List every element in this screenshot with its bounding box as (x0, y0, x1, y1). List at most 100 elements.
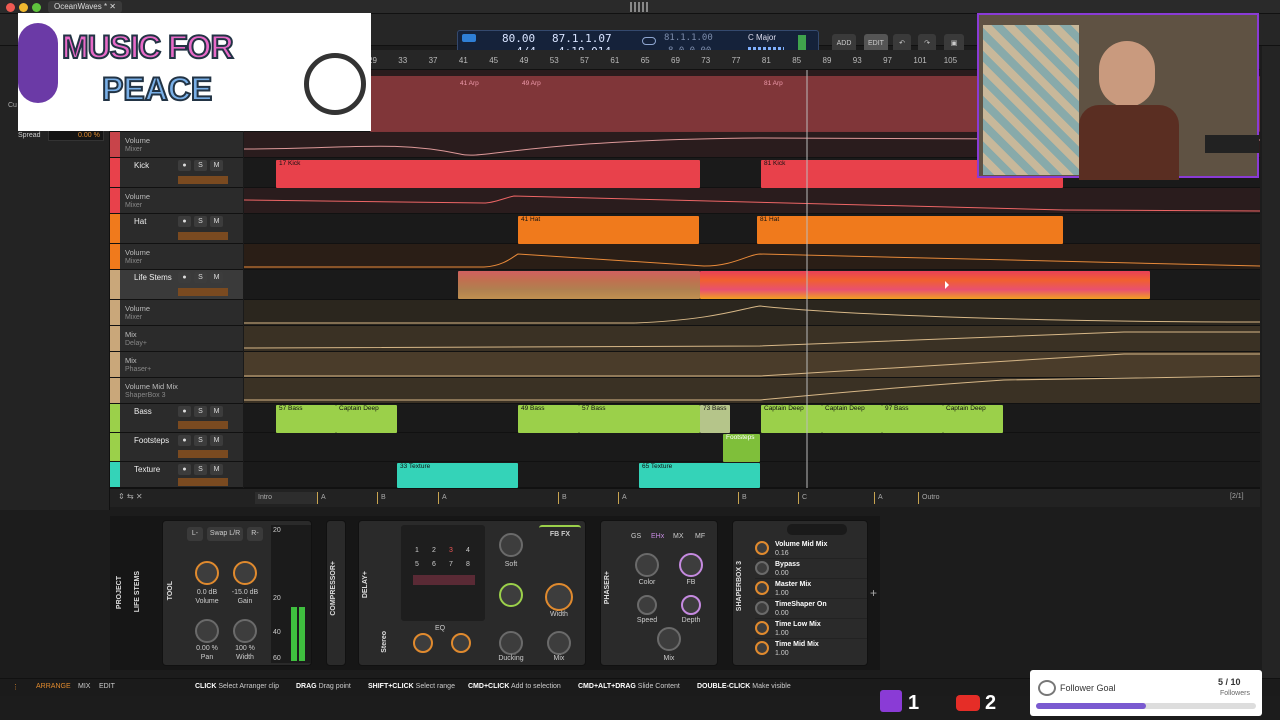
mute-button[interactable]: M (210, 464, 223, 475)
marker[interactable]: B (738, 492, 798, 504)
parameter-search-input[interactable] (787, 524, 847, 535)
volume-knob[interactable] (195, 561, 219, 585)
loop-icon[interactable] (642, 37, 656, 45)
close-window-icon[interactable] (6, 3, 15, 12)
swap-lr-button[interactable]: Swap L/R (207, 527, 243, 541)
phaser-tab[interactable]: MF (695, 533, 705, 540)
cue-marker-bar[interactable]: ⇕ ⇆ ✕ Intro A B A B A B C A Outro [2/1] (110, 488, 1260, 507)
solo-button[interactable]: S (194, 216, 207, 227)
track-tab[interactable]: LIFE STEMS (134, 571, 141, 612)
marker[interactable]: B (377, 492, 438, 504)
minimize-window-icon[interactable] (19, 3, 28, 12)
volume-slider[interactable] (178, 421, 228, 429)
mute-button[interactable]: M (210, 272, 223, 283)
record-arm-button[interactable]: ● (178, 435, 191, 446)
marker[interactable]: A (874, 492, 918, 504)
marker[interactable]: Intro (255, 492, 317, 504)
right-channel-button[interactable]: R- (247, 527, 263, 541)
solo-button[interactable]: S (194, 272, 207, 283)
feedback-knob[interactable] (499, 583, 523, 607)
mix-tab[interactable]: MIX (78, 683, 90, 690)
solo-button[interactable]: S (194, 435, 207, 446)
delay-grid[interactable]: 1 2 3 4 5 6 7 8 (401, 525, 485, 621)
automation-header-volume[interactable]: Volume Mixer (110, 300, 243, 326)
record-arm-button[interactable]: ● (178, 272, 191, 283)
eq-high-knob[interactable] (451, 633, 471, 653)
track-header-bass[interactable]: Bass ● S M (110, 404, 243, 433)
right-sidebar[interactable] (1262, 46, 1280, 678)
mix-knob[interactable] (657, 627, 681, 651)
marker[interactable]: A (618, 492, 738, 504)
play-position[interactable]: 87.1.1.07 (552, 32, 612, 45)
edit-tab[interactable]: EDIT (99, 683, 115, 690)
fb-knob[interactable] (679, 553, 703, 577)
ducking-knob[interactable] (499, 631, 523, 655)
volume-slider[interactable] (178, 288, 228, 296)
automation-line-kick-volume (244, 195, 1260, 212)
automation-header-shaperbox[interactable]: Volume Mid Mix ShaperBox 3 (110, 378, 243, 404)
track-header-hat[interactable]: Hat ● S M (110, 214, 243, 244)
track-header-life-stems[interactable]: Life Stems ● S M (110, 270, 243, 300)
left-channel-button[interactable]: L- (187, 527, 203, 541)
width-knob[interactable] (233, 619, 257, 643)
volume-slider[interactable] (178, 232, 228, 240)
project-tab[interactable]: PROJECT (116, 576, 123, 609)
track-header-footsteps[interactable]: Footsteps ● S M (110, 433, 243, 462)
pan-knob[interactable] (195, 619, 219, 643)
automation-header-volume[interactable]: Volume Mixer (110, 244, 243, 270)
device-delay[interactable]: DELAY+ Stereo 1 2 3 4 5 6 7 8 EQ Soft Du… (358, 520, 586, 666)
zoom-icon[interactable]: ⇕ ⇆ ✕ (118, 492, 143, 501)
marker[interactable]: A (317, 492, 377, 504)
device-tool[interactable]: TOOL L- Swap L/R R- 0.0 dB -15.0 dB Volu… (162, 520, 312, 666)
record-arm-button[interactable]: ● (178, 406, 191, 417)
mute-button[interactable]: M (210, 216, 223, 227)
eq-low-knob[interactable] (413, 633, 433, 653)
marker[interactable]: Outro (918, 492, 1218, 504)
speed-knob[interactable] (637, 595, 657, 615)
metronome-icon[interactable] (462, 34, 476, 42)
track-header-texture[interactable]: Texture ● S M (110, 462, 243, 488)
automation-header-phaser-mix[interactable]: Mix Phaser+ (110, 352, 243, 378)
phaser-tab[interactable]: GS (631, 533, 641, 540)
device-phaser[interactable]: PHASER+ GS EHx MX MF Color FB Speed Dept… (600, 520, 718, 666)
key-selector[interactable]: C Major (748, 33, 776, 42)
gain-knob[interactable] (233, 561, 257, 585)
fb-fx-tab[interactable]: FB FX (539, 525, 581, 541)
track-header-kick[interactable]: Kick ● S M (110, 158, 243, 188)
automation-header-volume[interactable]: Volume Mixer (110, 132, 243, 158)
phaser-tab[interactable]: EHx (651, 533, 664, 540)
mute-button[interactable]: M (210, 406, 223, 417)
record-arm-button[interactable]: ● (178, 160, 191, 171)
solo-button[interactable]: S (194, 464, 207, 475)
loop-start[interactable]: 81.1.1.00 (664, 33, 713, 43)
marker[interactable]: A (438, 492, 558, 504)
spread-value[interactable]: 0.00 % (78, 132, 100, 139)
soft-knob[interactable] (499, 533, 523, 557)
automation-header-volume[interactable]: Volume Mixer (110, 188, 243, 214)
mute-button[interactable]: M (210, 160, 223, 171)
mute-button[interactable]: M (210, 435, 223, 446)
marker[interactable]: C (798, 492, 874, 504)
device-shaperbox[interactable]: SHAPERBOX 3 Volume Mid Mix 0.16 Bypass 0.0… (732, 520, 868, 666)
project-tab[interactable]: OceanWaves * ✕ (48, 1, 122, 13)
marker[interactable]: B (558, 492, 618, 504)
depth-knob[interactable] (681, 595, 701, 615)
tempo-value[interactable]: 80.00 (502, 32, 535, 45)
record-arm-button[interactable]: ● (178, 464, 191, 475)
arrange-tab[interactable]: ARRANGE (36, 683, 71, 690)
add-device-icon[interactable]: + (870, 586, 877, 600)
color-knob[interactable] (635, 553, 659, 577)
automation-header-delay-mix[interactable]: Mix Delay+ (110, 326, 243, 352)
volume-slider[interactable] (178, 176, 228, 184)
record-arm-button[interactable]: ● (178, 216, 191, 227)
solo-button[interactable]: S (194, 160, 207, 171)
mix-knob[interactable] (547, 631, 571, 655)
volume-slider[interactable] (178, 478, 228, 486)
maximize-window-icon[interactable] (32, 3, 41, 12)
volume-slider[interactable] (178, 450, 228, 458)
width-knob[interactable] (545, 583, 573, 611)
phaser-tab[interactable]: MX (673, 533, 684, 540)
menu-icon[interactable]: ⋮ (12, 683, 19, 691)
solo-button[interactable]: S (194, 406, 207, 417)
device-compressor[interactable]: COMPRESSOR+ (326, 520, 346, 666)
